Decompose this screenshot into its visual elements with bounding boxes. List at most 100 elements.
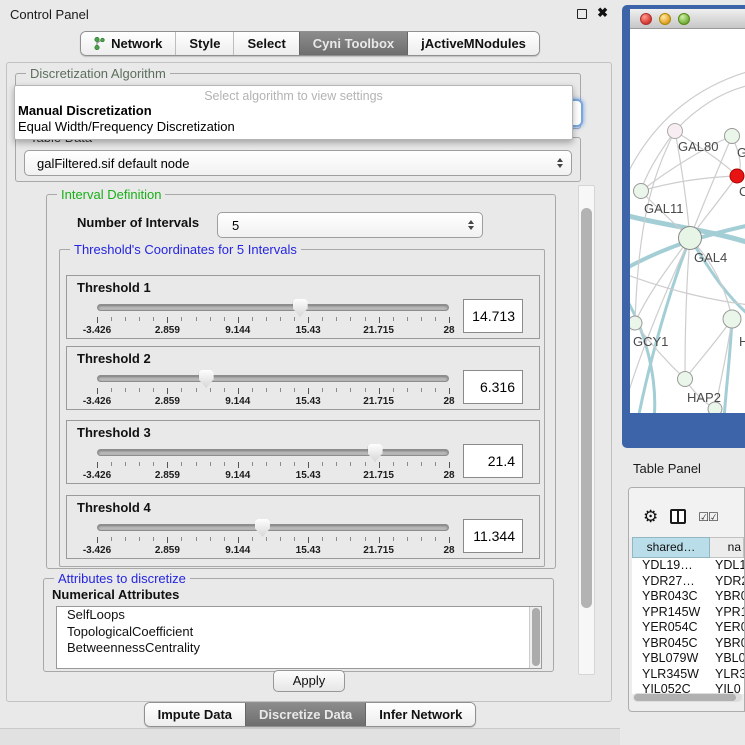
float-window-icon[interactable] xyxy=(577,9,587,19)
threshold-slider[interactable]: -3.4262.8599.14415.4321.71528 xyxy=(97,520,449,558)
scrollbar-thumb[interactable] xyxy=(532,608,540,666)
cell-shared-name[interactable]: YBR045C xyxy=(632,636,710,652)
scrollbar-thumb[interactable] xyxy=(581,208,592,608)
dropdown-hint: Select algorithm to view settings xyxy=(15,86,572,103)
tab-style[interactable]: Style xyxy=(175,32,233,55)
table-row[interactable]: YBR045CYBR0 xyxy=(632,636,744,652)
dropdown-option-equal-width[interactable]: Equal Width/Frequency Discretization xyxy=(15,119,572,135)
tab-infer-network[interactable]: Infer Network xyxy=(365,703,475,726)
gear-icon[interactable]: ⚙ xyxy=(643,508,658,525)
table-row[interactable]: YER054CYER0 xyxy=(632,620,744,636)
content-scrollbar[interactable] xyxy=(578,185,595,675)
tab-cyni-toolbox[interactable]: Cyni Toolbox xyxy=(299,32,407,55)
slider-track[interactable] xyxy=(97,375,449,382)
network-node-label: GAL4 xyxy=(694,250,727,265)
network-node[interactable] xyxy=(678,372,693,387)
cell-name[interactable]: YBL0 xyxy=(710,651,744,667)
tab-jactivemnodules[interactable]: jActiveMNodules xyxy=(407,32,539,55)
cell-shared-name[interactable]: YDL19… xyxy=(632,558,710,574)
slider-handle[interactable] xyxy=(368,444,383,462)
column-header-name[interactable]: na xyxy=(710,537,744,558)
table-row[interactable]: YPR145WYPR1 xyxy=(632,605,744,621)
network-node-label: GAL11 xyxy=(644,201,684,216)
cell-shared-name[interactable]: YPR145W xyxy=(632,605,710,621)
cell-name[interactable]: YBR0 xyxy=(710,636,744,652)
dropdown-option-manual[interactable]: Manual Discretization xyxy=(15,103,572,119)
slider-handle[interactable] xyxy=(255,519,270,537)
network-node[interactable] xyxy=(723,310,741,328)
cell-shared-name[interactable]: YER054C xyxy=(632,620,710,636)
cell-name[interactable]: YBR0 xyxy=(710,589,744,605)
close-icon[interactable]: ✖ xyxy=(597,5,608,21)
tab-select[interactable]: Select xyxy=(233,32,298,55)
cell-shared-name[interactable]: YLR345W xyxy=(632,667,710,683)
minimize-traffic-icon[interactable] xyxy=(659,13,671,25)
tab-group: Impute Data Discretize Data Infer Networ… xyxy=(144,702,477,727)
slider-handle[interactable] xyxy=(293,299,308,317)
cell-name[interactable]: YLR3 xyxy=(710,667,744,683)
cell-name[interactable]: YDL1 xyxy=(710,558,744,574)
threshold-label: Threshold 4 xyxy=(77,500,151,515)
network-node[interactable] xyxy=(634,184,649,199)
scrollbar-thumb[interactable] xyxy=(634,694,736,701)
algorithm-dropdown-popup: Select algorithm to view settings Manual… xyxy=(14,85,573,140)
slider-track[interactable] xyxy=(97,524,449,531)
close-traffic-icon[interactable] xyxy=(640,13,652,25)
table-horizontal-scrollbar[interactable] xyxy=(633,693,742,702)
table-body: YDL19…YDL1YDR27…YDR2YBR043CYBR0YPR145WYP… xyxy=(632,558,744,694)
table-row[interactable]: YBR043CYBR0 xyxy=(632,589,744,605)
threshold-value-field[interactable]: 21.4 xyxy=(463,444,523,478)
column-header-shared-name[interactable]: shared… xyxy=(632,537,710,558)
network-canvas[interactable]: GAL80GACGAL11GAL4GCY1HHAP2 xyxy=(630,29,745,413)
threshold-value-field[interactable]: 6.316 xyxy=(463,370,523,404)
threshold-value-field[interactable]: 14.713 xyxy=(463,299,523,333)
threshold-value-field[interactable]: 11.344 xyxy=(463,519,523,553)
slider-track[interactable] xyxy=(97,449,449,456)
network-node-label: C xyxy=(739,184,745,199)
network-node[interactable] xyxy=(679,227,702,250)
threshold-slider[interactable]: -3.4262.8599.14415.4321.71528 xyxy=(97,300,449,338)
network-node-label: GAL80 xyxy=(678,139,718,154)
network-node[interactable] xyxy=(668,124,683,139)
cell-shared-name[interactable]: YBL079W xyxy=(632,651,710,667)
group-title: Threshold's Coordinates for 5 Intervals xyxy=(70,242,301,257)
threshold-panel-4: Threshold 4 -3.4262.8599.14415.4321.7152… xyxy=(66,495,540,559)
list-item[interactable]: BetweennessCentrality xyxy=(57,640,541,657)
select-all-checkbox-icon[interactable]: ☑☑ xyxy=(698,510,718,524)
table-row[interactable]: YBL079WYBL0 xyxy=(632,651,744,667)
network-node[interactable] xyxy=(725,129,740,144)
network-view-window: GAL80GACGAL11GAL4GCY1HHAP2 xyxy=(622,5,745,448)
list-item[interactable]: SelfLoops xyxy=(57,607,541,624)
cell-shared-name[interactable]: YDR27… xyxy=(632,574,710,590)
table-header-row: shared… na xyxy=(632,537,744,558)
attributes-scrollbar[interactable] xyxy=(529,607,541,668)
network-node[interactable] xyxy=(630,316,642,330)
slider-track[interactable] xyxy=(97,304,449,311)
apply-button[interactable]: Apply xyxy=(273,670,345,692)
cell-name[interactable]: YDR2 xyxy=(710,574,744,590)
cell-shared-name[interactable]: YBR043C xyxy=(632,589,710,605)
cell-name[interactable]: YER0 xyxy=(710,620,744,636)
list-item[interactable]: TopologicalCoefficient xyxy=(57,624,541,641)
tab-impute-data[interactable]: Impute Data xyxy=(145,703,245,726)
bottom-strip xyxy=(0,728,620,745)
columns-icon[interactable] xyxy=(670,509,686,524)
network-node[interactable] xyxy=(730,169,744,183)
tab-network[interactable]: Network xyxy=(81,32,175,55)
table-row[interactable]: YDL19…YDL1 xyxy=(632,558,744,574)
network-node-label: HAP2 xyxy=(687,390,721,405)
window-titlebar[interactable] xyxy=(630,9,745,29)
table-data-select[interactable]: galFiltered.sif default node xyxy=(24,150,572,176)
zoom-traffic-icon[interactable] xyxy=(678,13,690,25)
tab-discretize-data[interactable]: Discretize Data xyxy=(245,703,365,726)
cell-name[interactable]: YPR1 xyxy=(710,605,744,621)
threshold-slider[interactable]: -3.4262.8599.14415.4321.71528 xyxy=(97,371,449,409)
table-row[interactable]: YLR345WYLR3 xyxy=(632,667,744,683)
table-row[interactable]: YDR27…YDR2 xyxy=(632,574,744,590)
threshold-slider[interactable]: -3.4262.8599.14415.4321.71528 xyxy=(97,445,449,483)
number-of-intervals-select[interactable]: 5 xyxy=(217,212,483,238)
attributes-list[interactable]: SelfLoops TopologicalCoefficient Between… xyxy=(56,606,542,669)
screen: Control Panel ✖ Network Style Select xyxy=(0,0,745,745)
slider-handle[interactable] xyxy=(199,370,214,388)
threshold-panel-1: Threshold 1 -3.4262.8599.14415.4321.7152… xyxy=(66,275,540,339)
